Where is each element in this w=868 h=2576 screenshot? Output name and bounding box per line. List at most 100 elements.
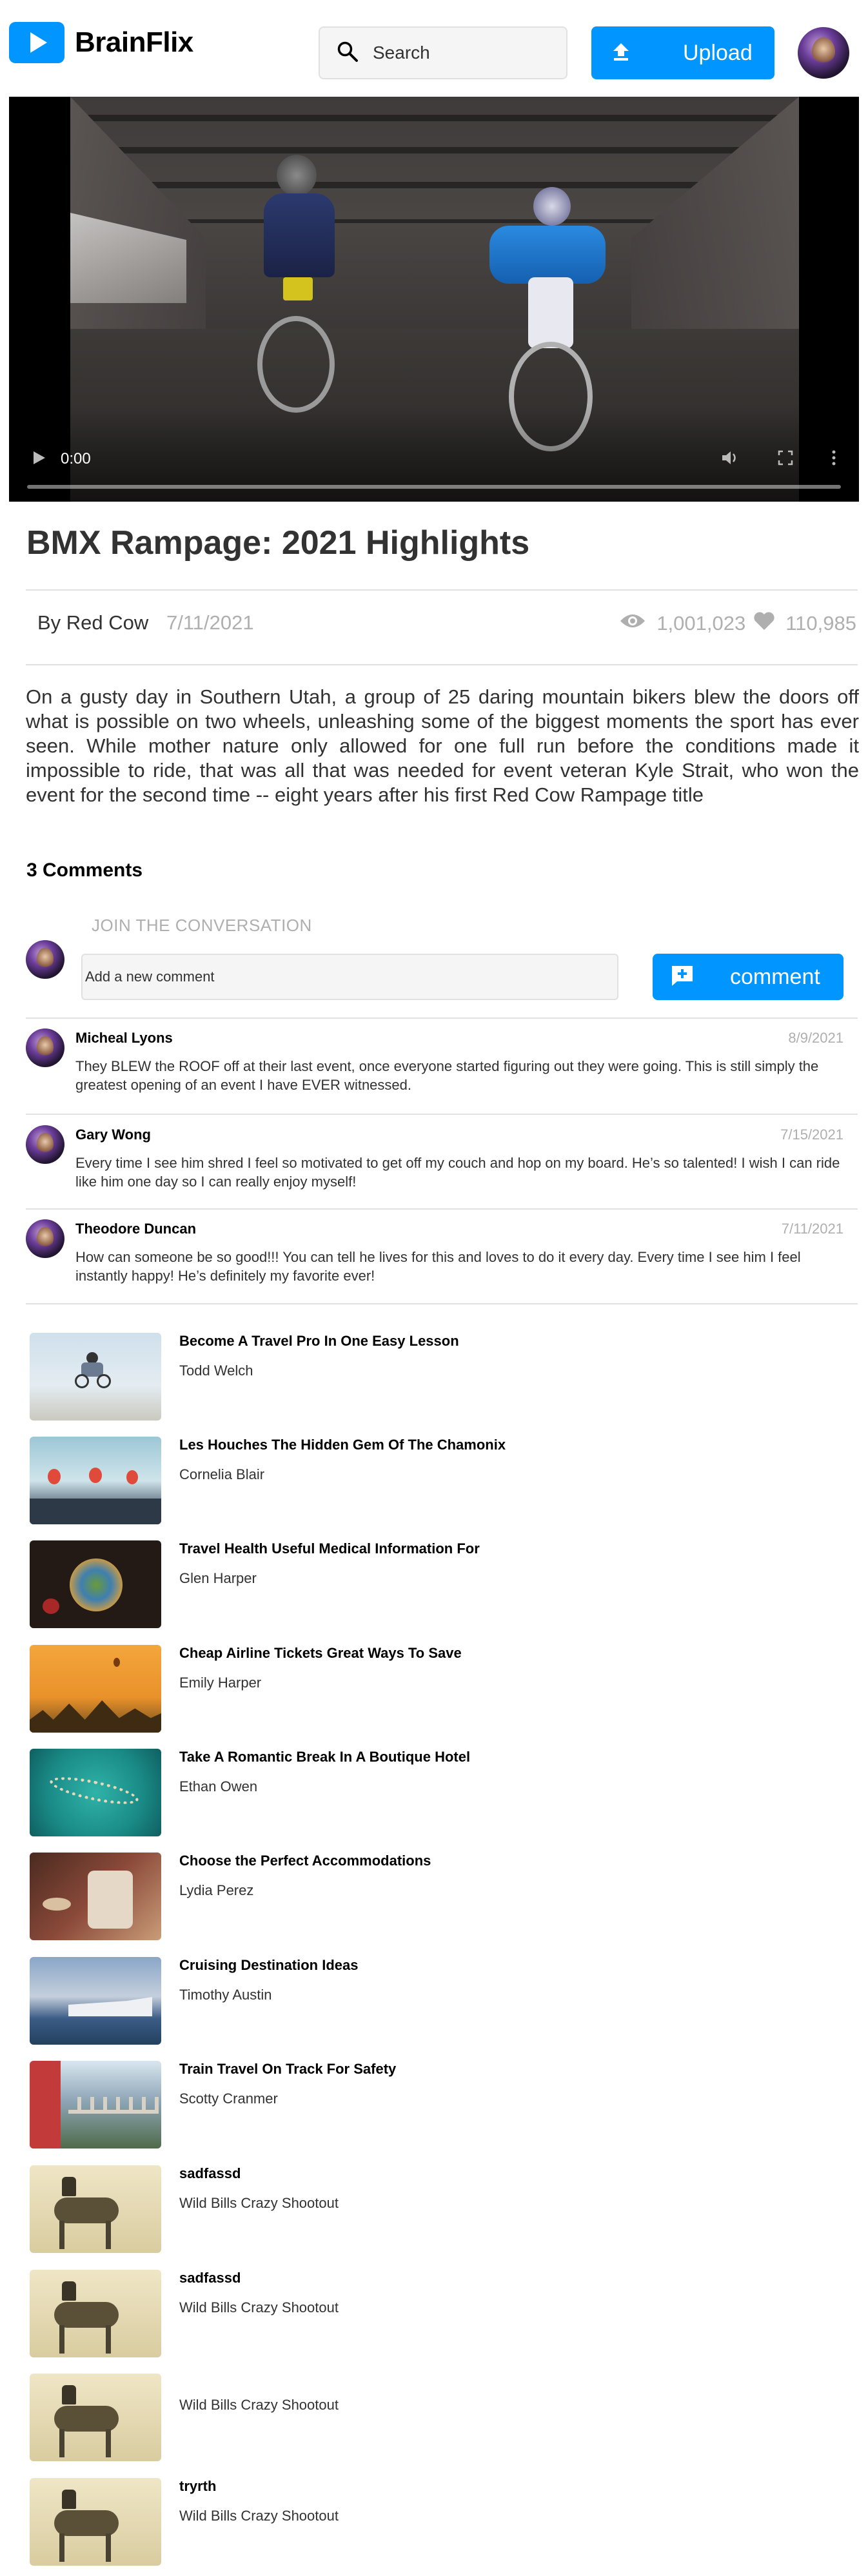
comment-date: 7/11/2021 [781, 1221, 843, 1237]
next-video-item[interactable]: sadfassd Wild Bills Crazy Shootout [30, 2270, 842, 2357]
next-video-title: Travel Health Useful Medical Information… [179, 1540, 480, 1557]
comment-text: How can someone be so good!!! You can te… [75, 1249, 801, 1284]
rider-left [244, 155, 354, 426]
video-thumbnail [30, 1540, 161, 1628]
app-name: BrainFlix [75, 26, 193, 58]
next-video-author: Ethan Owen [179, 1778, 258, 1794]
comment-date: 7/15/2021 [780, 1126, 843, 1143]
video-thumbnail [30, 2270, 161, 2357]
user-avatar[interactable] [798, 27, 849, 79]
video-controls: 0:00 [9, 431, 859, 502]
divider [26, 1114, 858, 1115]
search-input[interactable]: Search [319, 26, 567, 79]
comment-avatar [26, 1028, 64, 1067]
video-thumbnail [30, 1645, 161, 1733]
search-icon [337, 41, 359, 66]
views-icon [619, 612, 646, 635]
volume-icon[interactable] [721, 450, 739, 469]
comment-text: Every time I see him shred I feel so mot… [75, 1155, 840, 1190]
search-placeholder: Search [373, 43, 430, 63]
comment-avatar [26, 1125, 64, 1164]
video-meta: By Red Cow 7/11/2021 1,001,023 110,985 [37, 611, 856, 637]
next-video-author: Wild Bills Crazy Shootout [179, 2299, 339, 2315]
next-video-item[interactable]: Cheap Airline Tickets Great Ways To Save… [30, 1645, 842, 1733]
video-author: By Red Cow [37, 611, 149, 634]
join-conversation-label: JOIN THE CONVERSATION [92, 916, 312, 935]
play-icon[interactable] [32, 450, 46, 469]
video-thumbnail [30, 1749, 161, 1836]
next-video-author: Todd Welch [179, 1362, 253, 1379]
upload-icon [612, 42, 630, 64]
video-thumbnail [30, 2165, 161, 2253]
divider [26, 1208, 858, 1210]
next-video-title: sadfassd [179, 2270, 241, 2286]
views-count: 1,001,023 [656, 612, 746, 634]
comment-placeholder: Add a new comment [85, 968, 215, 985]
video-thumbnail [30, 2061, 161, 2148]
comment-author: Theodore Duncan [75, 1221, 197, 1237]
next-video-title: Les Houches The Hidden Gem Of The Chamon… [179, 1437, 506, 1453]
video-stats: 1,001,023 110,985 [619, 611, 856, 636]
comments-count: 3 Comments [26, 860, 143, 881]
brainflix-logo[interactable]: BrainFlix [9, 22, 193, 63]
next-video-title: tryrth [179, 2478, 217, 2494]
comment-avatar [26, 1219, 64, 1258]
site-header: BrainFlix Search Upload [0, 0, 868, 103]
next-video-author: Glen Harper [179, 1570, 257, 1586]
more-options-icon[interactable] [831, 450, 836, 469]
divider [26, 1303, 858, 1304]
next-video-item[interactable]: Les Houches The Hidden Gem Of The Chamon… [30, 1437, 842, 1524]
next-video-title: Become A Travel Pro In One Easy Lesson [179, 1333, 459, 1349]
next-video-author: Lydia Perez [179, 1882, 254, 1898]
next-video-item[interactable]: sadfassd Wild Bills Crazy Shootout [30, 2165, 842, 2253]
next-video-author: Wild Bills Crazy Shootout [179, 2195, 339, 2211]
upload-label: Upload [683, 40, 753, 65]
next-video-item[interactable]: Become A Travel Pro In One Easy Lesson T… [30, 1333, 842, 1421]
likes-icon[interactable] [753, 611, 775, 636]
next-video-title: Cheap Airline Tickets Great Ways To Save [179, 1645, 462, 1661]
likes-count: 110,985 [785, 612, 856, 634]
next-video-title: sadfassd [179, 2165, 241, 2181]
divider [26, 664, 858, 665]
video-date: 7/11/2021 [166, 611, 254, 634]
next-video-item[interactable]: Choose the Perfect Accommodations Lydia … [30, 1853, 842, 1940]
commenter-avatar [26, 940, 64, 979]
video-title: BMX Rampage: 2021 Highlights [26, 524, 530, 562]
next-video-author: Emily Harper [179, 1675, 262, 1691]
fullscreen-icon[interactable] [778, 450, 793, 469]
upload-button[interactable]: Upload [591, 26, 774, 79]
next-video-item[interactable]: tryrth Wild Bills Crazy Shootout [30, 2478, 842, 2566]
next-video-author: Timothy Austin [179, 1987, 272, 2003]
next-video-title: Take A Romantic Break In A Boutique Hote… [179, 1749, 471, 1765]
video-player[interactable]: 0:00 [9, 97, 859, 502]
next-video-author: Cornelia Blair [179, 1466, 265, 1482]
next-video-item[interactable]: Take A Romantic Break In A Boutique Hote… [30, 1749, 842, 1836]
next-video-author: Scotty Cranmer [179, 2090, 278, 2107]
comment-author: Gary Wong [75, 1126, 151, 1143]
next-video-author: Wild Bills Crazy Shootout [179, 2397, 339, 2413]
video-thumbnail [30, 2478, 161, 2566]
video-progress-bar[interactable] [27, 485, 841, 489]
video-time: 0:00 [61, 450, 91, 467]
comment-input[interactable]: Add a new comment [81, 954, 618, 1000]
video-thumbnail [30, 1437, 161, 1524]
comment-text: They BLEW the ROOF off at their last eve… [75, 1058, 819, 1093]
comment-button-label: comment [730, 964, 820, 989]
add-comment-icon [671, 965, 694, 990]
next-video-item[interactable]: Cruising Destination Ideas Timothy Austi… [30, 1957, 842, 2045]
play-logo-icon [9, 22, 64, 63]
divider [26, 589, 858, 591]
comment-button[interactable]: comment [653, 954, 843, 1000]
next-video-item[interactable]: Train Travel On Track For Safety Scotty … [30, 2061, 842, 2148]
comment-date: 8/9/2021 [788, 1030, 843, 1046]
comment-item: Micheal Lyons 8/9/2021 They BLEW the ROO… [26, 1028, 843, 1099]
next-video-author: Wild Bills Crazy Shootout [179, 2508, 339, 2524]
next-video-title: Cruising Destination Ideas [179, 1957, 359, 1973]
video-thumbnail [30, 1957, 161, 2045]
video-thumbnail [30, 1853, 161, 1940]
next-video-item[interactable]: Wild Bills Crazy Shootout [30, 2374, 842, 2461]
video-thumbnail [30, 2374, 161, 2461]
comment-item: Gary Wong 7/15/2021 Every time I see him… [26, 1125, 843, 1196]
comment-item: Theodore Duncan 7/11/2021 How can someon… [26, 1219, 843, 1290]
next-video-item[interactable]: Travel Health Useful Medical Information… [30, 1540, 842, 1628]
